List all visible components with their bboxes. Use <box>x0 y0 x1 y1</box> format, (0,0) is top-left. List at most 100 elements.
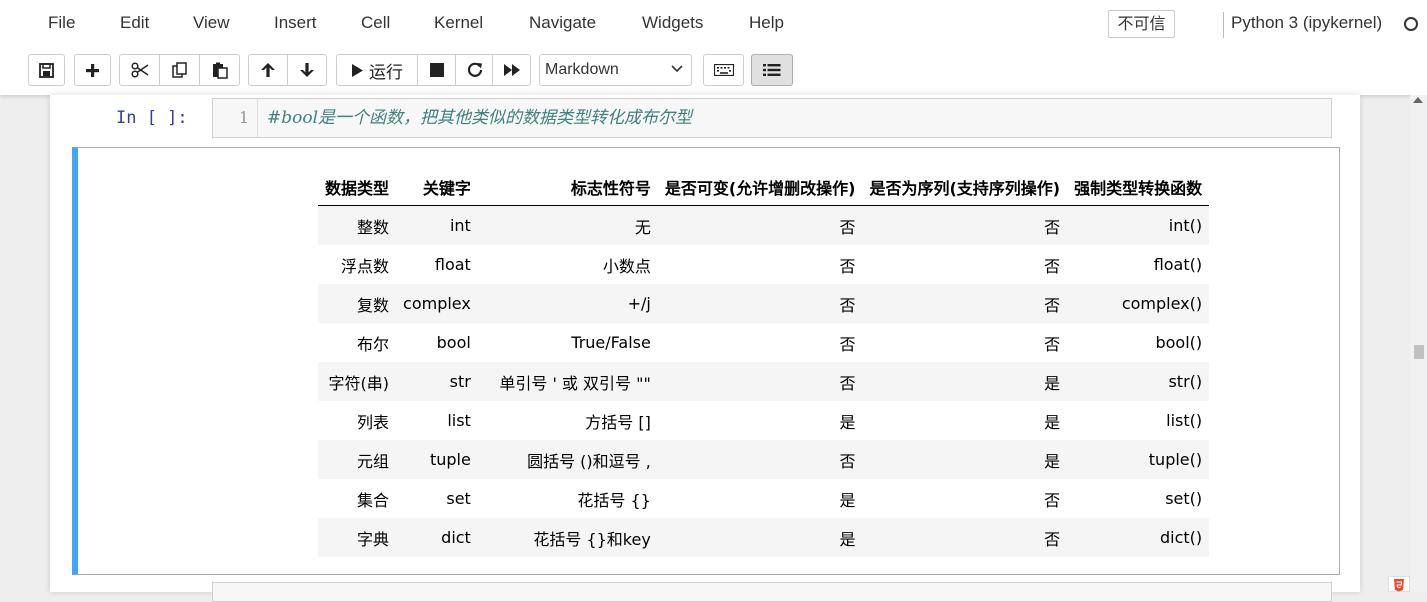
table-row: 字符(串) str 单引号 ' 或 双引号 "" 否 是 str() <box>318 362 1210 401</box>
fast-forward-icon <box>503 64 520 76</box>
copy-button[interactable] <box>159 54 200 86</box>
keyboard-icon <box>713 64 734 76</box>
cut-button[interactable] <box>119 54 160 86</box>
table-cell: 集合 <box>357 490 390 510</box>
table-of-contents-button[interactable] <box>751 54 793 86</box>
scroll-thumb[interactable] <box>1414 345 1424 359</box>
move-up-button[interactable] <box>248 54 288 86</box>
table-cell: int <box>449 216 471 235</box>
menu-file[interactable]: File <box>48 13 75 33</box>
table-cell: 小数点 <box>602 256 651 276</box>
table-cell: 否 <box>1044 256 1061 276</box>
table-cell: 是 <box>839 529 856 549</box>
table-cell: 字符(串) <box>328 373 390 393</box>
menu-help[interactable]: Help <box>749 13 784 33</box>
markdown-cell-selected[interactable]: 数据类型 关键字 标志性符号 是否可变(允许增删改操作) 是否为序列(支持序列操… <box>72 147 1340 575</box>
menu-navigate[interactable]: Navigate <box>529 13 596 33</box>
cut-icon <box>130 62 148 78</box>
arrow-down-icon <box>300 63 314 77</box>
interrupt-button[interactable] <box>417 54 456 86</box>
table-row: 复数 complex +/j 否 否 complex() <box>318 284 1210 323</box>
arrow-up-icon <box>261 63 275 77</box>
code-line[interactable]: #bool是一个函数，把其他类似的数据类型转化成布尔型 <box>267 99 692 137</box>
table-row: 元组 tuple 圆括号 ()和逗号 , 否 是 tuple() <box>318 440 1210 479</box>
table-cell: bool() <box>1155 333 1203 352</box>
table-cell: complex() <box>1121 294 1203 313</box>
table-cell: 否 <box>1044 295 1061 315</box>
kernel-name[interactable]: Python 3 (ipykernel) <box>1231 13 1382 33</box>
menu-cell[interactable]: Cell <box>361 13 390 33</box>
restart-button[interactable] <box>455 54 494 86</box>
paste-button[interactable] <box>199 54 240 86</box>
toolbar: 运行 Markdown <box>0 48 1427 95</box>
table-cell: 元组 <box>357 451 390 471</box>
table-cell: set <box>446 489 471 508</box>
menu-view[interactable]: View <box>193 13 230 33</box>
table-cell: str <box>449 372 471 391</box>
table-row: 集合 set 花括号 {} 是 否 set() <box>318 479 1209 518</box>
insert-cell-button[interactable] <box>74 54 111 86</box>
input-prompt: In [ ]: <box>116 108 188 128</box>
save-icon <box>39 62 54 78</box>
restart-icon <box>467 62 482 77</box>
table-cell: 字典 <box>357 529 390 549</box>
header-cell: 标志性符号 <box>477 168 658 206</box>
table-cell: 否 <box>839 295 856 315</box>
header-cell: 是否为序列(支持序列操作) <box>862 168 1068 206</box>
table-cell: 是 <box>1044 412 1061 432</box>
table-cell: dict() <box>1159 528 1203 547</box>
header-cell: 是否可变(允许增删改操作) <box>657 168 863 206</box>
table-cell: list() <box>1166 411 1203 430</box>
run-label: 运行 <box>369 62 403 83</box>
menu-kernel[interactable]: Kernel <box>434 13 483 33</box>
table-cell: 无 <box>634 217 651 237</box>
table-cell: 否 <box>839 451 856 471</box>
table-cell: 方括号 [] <box>585 412 651 432</box>
table-cell: 单引号 ' 或 双引号 "" <box>499 373 651 393</box>
cell-type-value: Markdown <box>545 61 619 78</box>
save-button[interactable] <box>28 54 65 86</box>
table-cell: 否 <box>839 334 856 354</box>
table-cell: 整数 <box>357 217 390 237</box>
table-cell: +/j <box>627 294 651 313</box>
table-cell: True/False <box>571 333 651 352</box>
scrollbar[interactable] <box>1410 95 1427 592</box>
html5-icon <box>1388 576 1410 592</box>
menu-widgets[interactable]: Widgets <box>642 13 703 33</box>
list-icon <box>763 64 781 76</box>
trust-status-badge[interactable]: 不可信 <box>1108 10 1175 38</box>
table-cell: 复数 <box>357 295 390 315</box>
kernel-idle-icon <box>1404 17 1418 31</box>
table-cell: complex <box>403 294 471 313</box>
table-cell: 是 <box>839 490 856 510</box>
copy-icon <box>171 62 187 78</box>
table-row: 浮点数 float 小数点 否 否 float() <box>318 245 1209 284</box>
header-cell: 数据类型 <box>318 168 397 206</box>
table-row: 布尔 bool True/False 否 否 bool() <box>318 323 1209 362</box>
table-cell: set() <box>1165 489 1203 508</box>
menu-edit[interactable]: Edit <box>120 13 149 33</box>
table-row: 字典 dict 花括号 {}和key 是 否 dict() <box>318 518 1210 557</box>
menu-insert[interactable]: Insert <box>274 13 317 33</box>
command-palette-button[interactable] <box>703 54 744 86</box>
plus-icon <box>86 63 99 77</box>
table-cell: 否 <box>839 217 856 237</box>
next-cell[interactable] <box>212 582 1332 602</box>
run-button[interactable]: 运行 <box>336 54 418 86</box>
table-cell: 否 <box>839 373 856 393</box>
table-cell: int() <box>1168 216 1203 235</box>
table-cell: tuple <box>429 450 471 469</box>
table-cell: tuple() <box>1148 450 1203 469</box>
scroll-up-icon[interactable] <box>1413 97 1423 103</box>
menubar: File Edit View Insert Cell Kernel Naviga… <box>0 0 1427 48</box>
cell-type-select[interactable]: Markdown <box>539 54 692 86</box>
run-all-button[interactable] <box>492 54 531 86</box>
move-down-button[interactable] <box>287 54 327 86</box>
table-cell: 否 <box>1044 490 1061 510</box>
table-cell: 布尔 <box>357 334 390 354</box>
code-cell-editor[interactable]: 1 #bool是一个函数，把其他类似的数据类型转化成布尔型 <box>212 98 1332 138</box>
table-header-row: 数据类型 关键字 标志性符号 是否可变(允许增删改操作) 是否为序列(支持序列操… <box>318 168 1210 206</box>
paste-icon <box>212 62 228 79</box>
table-cell: list <box>447 411 471 430</box>
play-icon <box>352 63 363 77</box>
